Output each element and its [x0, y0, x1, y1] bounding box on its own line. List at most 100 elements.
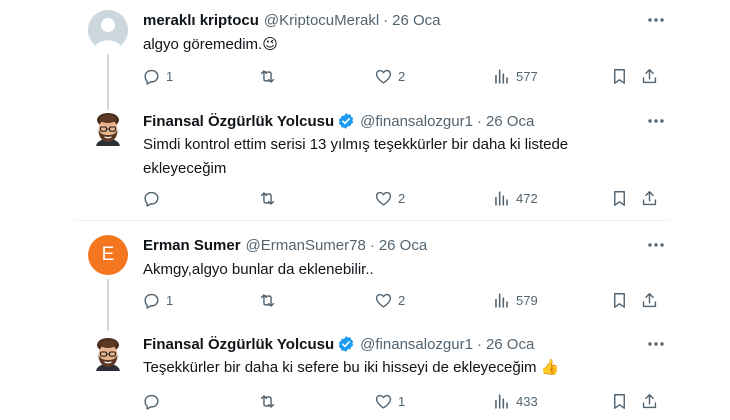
bookmark-button[interactable]: [610, 289, 629, 311]
share-icon: [642, 68, 657, 83]
bookmark-icon: [614, 292, 625, 308]
default-avatar-icon: [88, 10, 128, 50]
retweet-icon: [260, 394, 275, 408]
bookmark-icon: [614, 68, 625, 84]
reply-button[interactable]: 1: [142, 65, 173, 87]
tweet-date[interactable]: 26 Oca: [392, 12, 440, 29]
user-handle[interactable]: @ErmanSumer78: [246, 237, 366, 254]
like-button[interactable]: 1: [374, 390, 405, 412]
display-name[interactable]: Finansal Özgürlük Yolcusu: [143, 113, 334, 130]
retweet-button[interactable]: [258, 65, 282, 87]
like-button[interactable]: 2: [374, 65, 405, 87]
tweet-header: Erman Sumer @ErmanSumer78 · 26 Oca: [143, 235, 427, 255]
reply-icon: [144, 394, 159, 410]
tweet-text: Akmgy,algyo bunlar da eklenebilir..: [143, 261, 374, 278]
reply-button[interactable]: 1: [142, 289, 173, 311]
separator-dot: ·: [369, 236, 375, 254]
reply-count: 1: [166, 68, 174, 84]
tweet-text: algyo göremedim.😉: [143, 36, 278, 53]
reply-icon: [144, 293, 159, 309]
reply-button[interactable]: [142, 187, 166, 209]
retweet-button[interactable]: [258, 289, 282, 311]
retweet-icon: [260, 191, 275, 205]
share-button[interactable]: [640, 289, 659, 311]
views-button[interactable]: 433: [492, 390, 538, 412]
tweet-header: meraklı kriptocu @KriptocuMerakl · 26 Oc…: [143, 10, 441, 30]
retweet-icon: [260, 293, 275, 307]
tweet-1[interactable]: meraklı kriptocu @KriptocuMerakl · 26 Oc…: [0, 0, 730, 110]
views-icon: [495, 68, 508, 84]
more-options-icon[interactable]: [646, 334, 666, 354]
tweet-actions: 1 433: [140, 390, 665, 412]
thread-line: [107, 54, 109, 110]
tweet-date[interactable]: 26 Oca: [486, 113, 534, 130]
user-handle[interactable]: @KriptocuMerakl: [264, 12, 379, 29]
share-button[interactable]: [640, 65, 659, 87]
more-options-icon[interactable]: [646, 235, 666, 255]
views-button[interactable]: 577: [492, 65, 538, 87]
tweet-date[interactable]: 26 Oca: [379, 237, 427, 254]
views-button[interactable]: 472: [492, 187, 538, 209]
separator-dot: ·: [476, 112, 482, 130]
display-name[interactable]: Finansal Özgürlük Yolcusu: [143, 336, 334, 353]
view-count: 472: [516, 190, 538, 206]
tweet-header: Finansal Özgürlük Yolcusu @finansalozgur…: [143, 334, 534, 354]
retweet-button[interactable]: [258, 187, 282, 209]
views-icon: [495, 190, 508, 206]
avatar[interactable]: [88, 335, 128, 375]
tweet-actions: 1 2 579: [140, 289, 665, 311]
display-name[interactable]: Erman Sumer: [143, 237, 241, 254]
reply-button[interactable]: [142, 390, 166, 412]
share-button[interactable]: [640, 187, 659, 209]
bookmark-button[interactable]: [610, 65, 629, 87]
heart-icon: [375, 394, 392, 409]
share-icon: [642, 190, 657, 205]
avatar[interactable]: E: [88, 235, 128, 275]
more-options-icon[interactable]: [646, 10, 666, 30]
like-button[interactable]: 2: [374, 289, 405, 311]
reply-icon: [144, 191, 159, 207]
avatar[interactable]: [88, 110, 128, 150]
more-options-icon[interactable]: [646, 111, 666, 131]
tweet-date[interactable]: 26 Oca: [486, 336, 534, 353]
separator-dot: ·: [383, 11, 389, 29]
views-icon: [495, 292, 508, 308]
view-count: 577: [516, 68, 538, 84]
bookmark-icon: [614, 393, 625, 409]
verified-badge-icon: [337, 335, 355, 353]
memoji-avatar-icon: [88, 110, 128, 150]
display-name[interactable]: meraklı kriptocu: [143, 12, 259, 29]
like-count: 2: [398, 190, 406, 206]
bookmark-button[interactable]: [610, 390, 629, 412]
like-button[interactable]: 2: [374, 187, 405, 209]
tweet-4[interactable]: Finansal Özgürlük Yolcusu @finansalozgur…: [0, 331, 730, 420]
user-handle[interactable]: @finansalozgur1: [360, 336, 473, 353]
like-count: 1: [398, 393, 406, 409]
verified-badge-icon: [337, 112, 355, 130]
heart-icon: [375, 69, 392, 84]
view-count: 579: [516, 292, 538, 308]
tweet-text: Teşekkürler bir daha ki sefere bu iki hi…: [143, 359, 560, 376]
tweet-actions: 2 472: [140, 187, 665, 209]
retweet-icon: [260, 69, 275, 83]
separator-dot: ·: [476, 335, 482, 353]
tweet-3[interactable]: E Erman Sumer @ErmanSumer78 · 26 Oca Akm…: [0, 221, 730, 331]
memoji-avatar-icon: [88, 335, 128, 375]
views-icon: [495, 393, 508, 409]
retweet-button[interactable]: [258, 390, 282, 412]
reply-icon: [144, 69, 159, 85]
bookmark-button[interactable]: [610, 187, 629, 209]
tweet-header: Finansal Özgürlük Yolcusu @finansalozgur…: [143, 111, 534, 131]
user-handle[interactable]: @finansalozgur1: [360, 113, 473, 130]
share-button[interactable]: [640, 390, 659, 412]
heart-icon: [375, 191, 392, 206]
tweet-actions: 1 2 577: [140, 65, 665, 87]
views-button[interactable]: 579: [492, 289, 538, 311]
view-count: 433: [516, 393, 538, 409]
thread-line: [107, 279, 109, 331]
tweet-text: Simdi kontrol ettim serisi 13 yılmış teş…: [143, 136, 569, 177]
like-count: 2: [398, 68, 406, 84]
tweet-2[interactable]: Finansal Özgürlük Yolcusu @finansalozgur…: [0, 110, 730, 220]
bookmark-icon: [614, 190, 625, 206]
avatar[interactable]: [88, 10, 128, 50]
